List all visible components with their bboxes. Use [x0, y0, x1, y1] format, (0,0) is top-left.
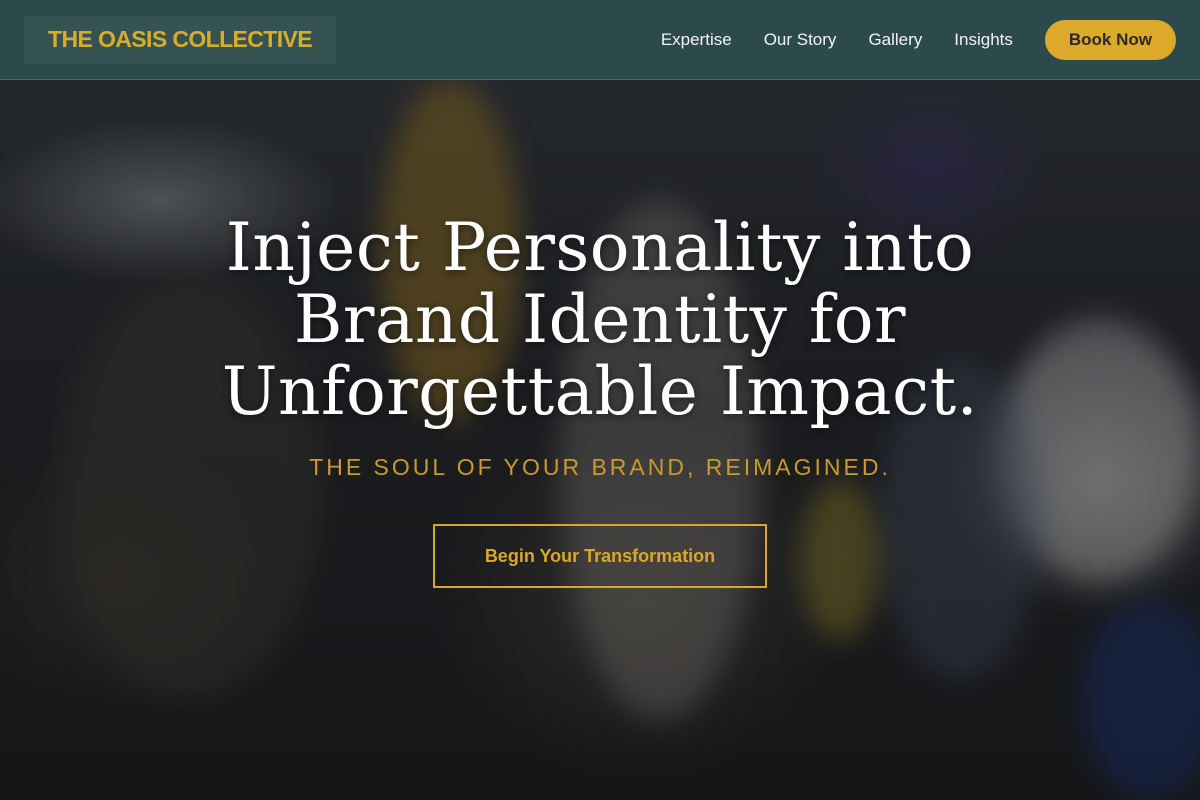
nav-our-story[interactable]: Our Story: [764, 30, 837, 50]
main-nav: Expertise Our Story Gallery Insights Boo…: [629, 19, 1176, 60]
nav-expertise[interactable]: Expertise: [661, 30, 732, 50]
hero-headline: Inject Personality into Brand Identity f…: [100, 212, 1100, 428]
hero-section: Inject Personality into Brand Identity f…: [0, 80, 1200, 800]
headline-line-3: Unforgettable Impact.: [221, 353, 979, 430]
book-now-button[interactable]: Book Now: [1044, 19, 1176, 60]
logo-text: THE OASIS COLLECTIVE: [48, 26, 313, 52]
nav-gallery[interactable]: Gallery: [868, 30, 922, 50]
hero-tagline: THE SOUL OF YOUR BRAND, REIMAGINED.: [309, 454, 891, 480]
begin-transformation-button[interactable]: Begin Your Transformation: [433, 524, 767, 588]
site-logo[interactable]: THE OASIS COLLECTIVE: [24, 15, 337, 64]
headline-line-2: Brand Identity for: [293, 281, 907, 358]
headline-line-1: Inject Personality into: [225, 209, 975, 286]
nav-insights[interactable]: Insights: [954, 30, 1013, 50]
site-header: THE OASIS COLLECTIVE Expertise Our Story…: [0, 0, 1200, 80]
